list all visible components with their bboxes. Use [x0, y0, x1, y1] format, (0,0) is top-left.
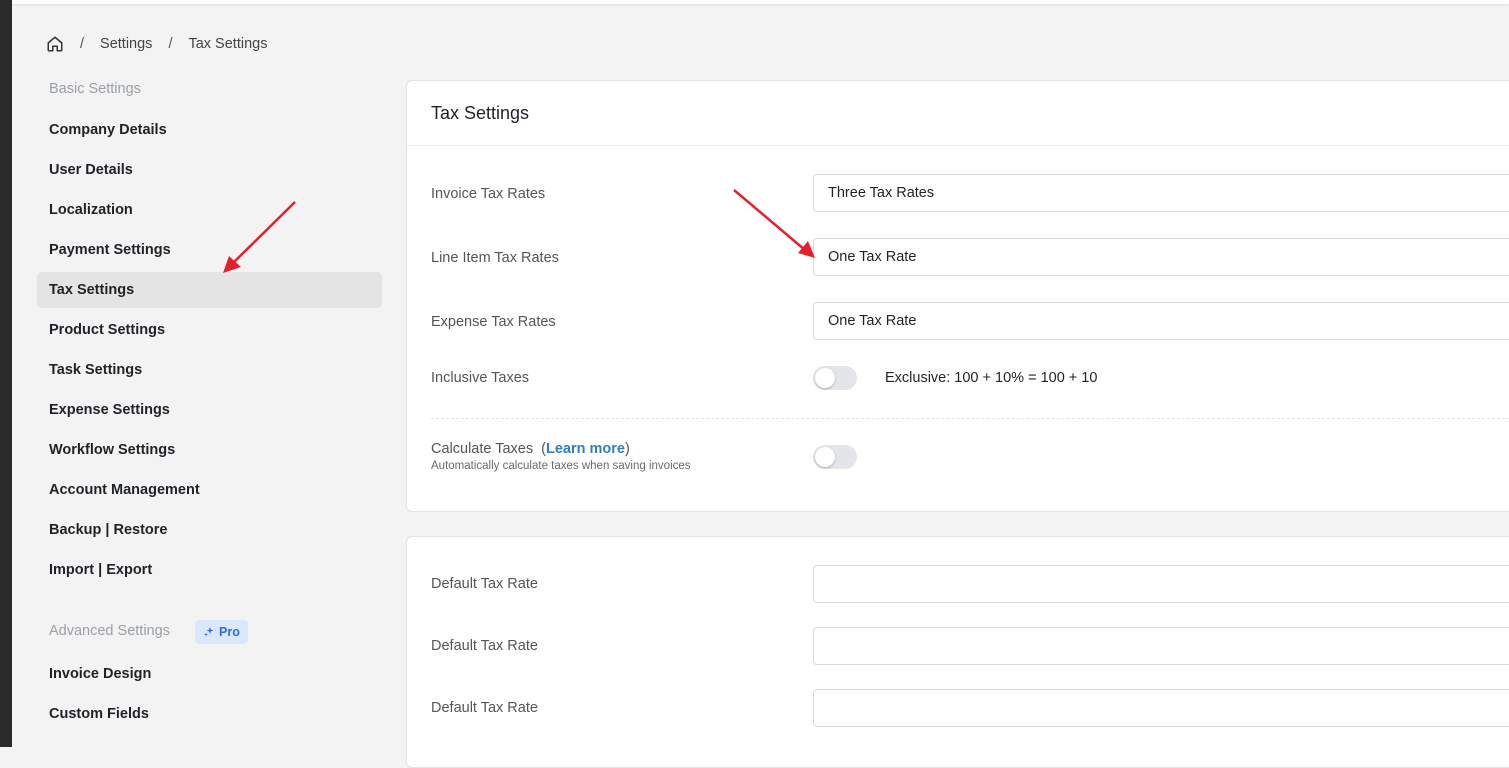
- toggle-knob: [815, 368, 835, 388]
- sidebar-item-custom-fields[interactable]: Custom Fields: [37, 696, 382, 732]
- advanced-settings-label: Advanced Settings: [49, 623, 170, 639]
- breadcrumb: / Settings / Tax Settings: [46, 33, 283, 55]
- expense-tax-rates-select[interactable]: One Tax Rate: [813, 302, 1509, 340]
- inclusive-taxes-toggle[interactable]: [813, 366, 857, 390]
- calculate-taxes-description: Automatically calculate taxes when savin…: [431, 460, 691, 472]
- sidebar-item-product-settings[interactable]: Product Settings: [37, 312, 382, 348]
- sidebar-item-tax-settings[interactable]: Tax Settings: [37, 272, 382, 308]
- paren-close: ): [625, 441, 630, 457]
- breadcrumb-separator: /: [80, 36, 85, 52]
- default-tax-rate-label-3: Default Tax Rate: [431, 700, 538, 716]
- calculate-taxes-toggle[interactable]: [813, 445, 857, 469]
- sidebar-item-account-management[interactable]: Account Management: [37, 472, 382, 508]
- section-divider: [431, 418, 1509, 419]
- sidebar-item-invoice-design[interactable]: Invoice Design: [37, 656, 382, 692]
- sidebar-item-import-export[interactable]: Import | Export: [37, 552, 382, 588]
- default-tax-rate-select-2[interactable]: [813, 627, 1509, 665]
- sidebar-item-localization[interactable]: Localization: [37, 192, 382, 228]
- line-item-tax-rates-label: Line Item Tax Rates: [431, 250, 559, 266]
- sidebar-item-user-details[interactable]: User Details: [37, 152, 382, 188]
- inclusive-taxes-label: Inclusive Taxes: [431, 370, 530, 386]
- left-window-edge: [0, 0, 12, 747]
- breadcrumb-tax-settings: Tax Settings: [188, 36, 268, 52]
- invoice-tax-rates-select[interactable]: Three Tax Rates: [813, 174, 1509, 212]
- expense-tax-rates-label: Expense Tax Rates: [431, 314, 556, 330]
- breadcrumb-separator: /: [168, 36, 173, 52]
- pro-badge-label: Pro: [219, 625, 240, 639]
- sparkle-icon: [204, 627, 214, 637]
- sidebar-item-workflow-settings[interactable]: Workflow Settings: [37, 432, 382, 468]
- sidebar-item-expense-settings[interactable]: Expense Settings: [37, 392, 382, 428]
- sidebar-item-company-details[interactable]: Company Details: [37, 112, 382, 148]
- invoice-tax-rates-label: Invoice Tax Rates: [431, 186, 546, 202]
- breadcrumb-settings[interactable]: Settings: [100, 36, 152, 52]
- default-tax-rate-select-3[interactable]: [813, 689, 1509, 727]
- toggle-knob: [815, 447, 835, 467]
- sidebar-item-backup-restore[interactable]: Backup | Restore: [37, 512, 382, 548]
- calculate-taxes-label: Calculate Taxes: [431, 441, 534, 457]
- calculate-taxes-label-row: Calculate Taxes (Learn more): [431, 441, 630, 457]
- top-bar: [12, 0, 1509, 4]
- line-item-tax-rates-select[interactable]: One Tax Rate: [813, 238, 1509, 276]
- advanced-settings-heading: Advanced Settings Pro: [49, 620, 248, 644]
- card-divider: [407, 145, 1509, 146]
- inclusive-taxes-help: Exclusive: 100 + 10% = 100 + 10: [885, 370, 1098, 386]
- card-title: Tax Settings: [431, 103, 530, 123]
- home-icon[interactable]: [46, 35, 64, 53]
- basic-settings-heading: Basic Settings: [49, 81, 141, 97]
- default-tax-rate-label-1: Default Tax Rate: [431, 576, 538, 592]
- tax-settings-card: Tax Settings Invoice Tax Rates Three Tax…: [406, 80, 1509, 512]
- default-tax-rate-label-2: Default Tax Rate: [431, 638, 538, 654]
- sidebar-item-task-settings[interactable]: Task Settings: [37, 352, 382, 388]
- learn-more-link[interactable]: Learn more: [546, 441, 625, 457]
- default-tax-rates-card: Default Tax Rate Default Tax Rate Defaul…: [406, 536, 1509, 768]
- default-tax-rate-select-1[interactable]: [813, 565, 1509, 603]
- sidebar-item-payment-settings[interactable]: Payment Settings: [37, 232, 382, 268]
- pro-badge: Pro: [195, 620, 248, 644]
